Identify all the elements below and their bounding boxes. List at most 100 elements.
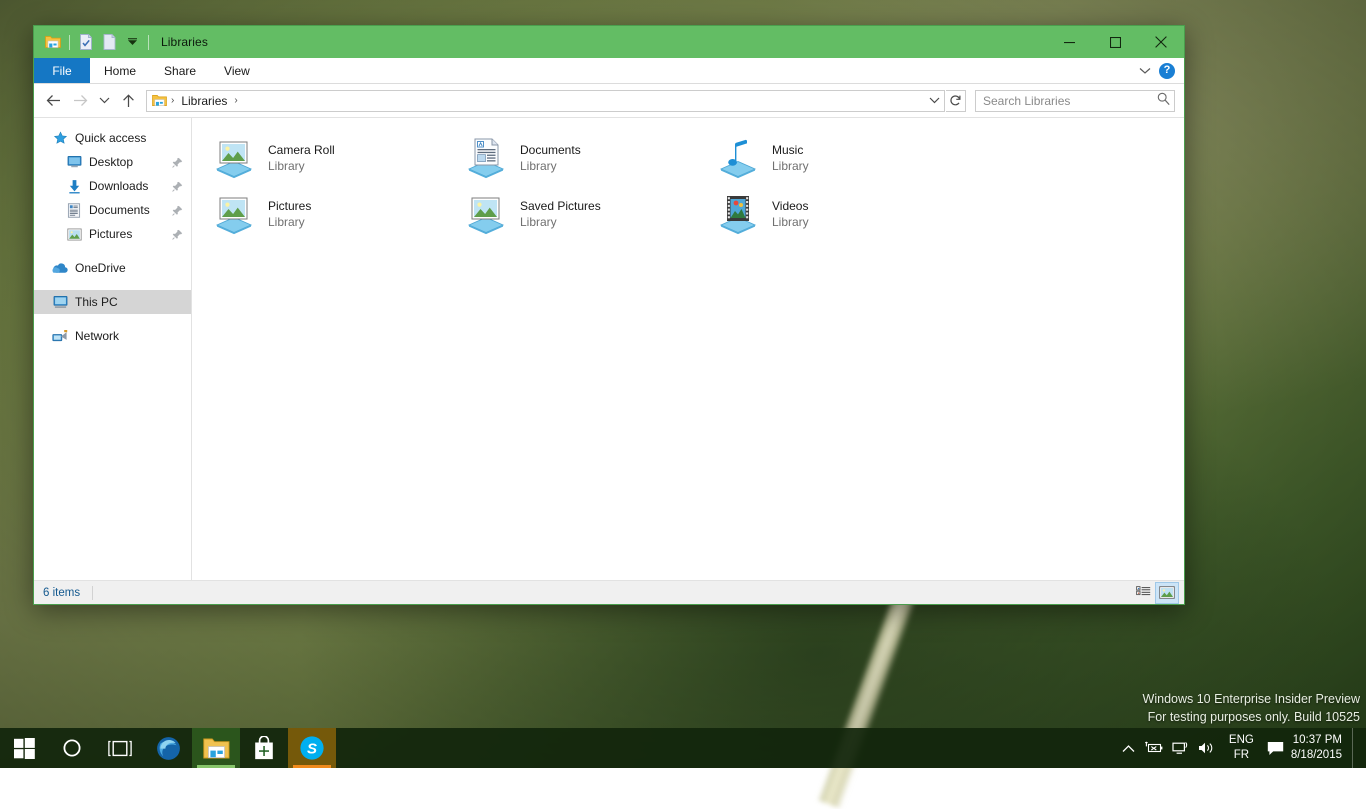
window-title-bar[interactable]: Libraries: [34, 26, 1184, 58]
minimize-button[interactable]: [1046, 26, 1092, 58]
address-dropdown-icon[interactable]: [925, 91, 943, 111]
pictures-icon: [64, 224, 84, 244]
close-button[interactable]: [1138, 26, 1184, 58]
breadcrumb-bar[interactable]: › Libraries ›: [146, 90, 945, 112]
chevron-down-icon[interactable]: [1139, 62, 1151, 80]
explorer-icon[interactable]: [42, 31, 64, 53]
up-button[interactable]: [115, 88, 141, 114]
sidebar-item-pictures[interactable]: Pictures: [34, 222, 191, 246]
list-item-type: Library: [520, 158, 581, 174]
task-view-button[interactable]: [96, 728, 144, 768]
maximize-button[interactable]: [1092, 26, 1138, 58]
network-icon[interactable]: [1168, 728, 1194, 768]
clock-date: 8/18/2015: [1291, 748, 1342, 763]
sidebar-item-label: Downloads: [89, 179, 148, 193]
sidebar-item-documents[interactable]: Documents: [34, 198, 191, 222]
customize-qat-icon[interactable]: [121, 31, 143, 53]
window-title: Libraries: [161, 35, 208, 49]
taskbar-app-file-explorer[interactable]: [192, 728, 240, 768]
properties-icon[interactable]: [75, 31, 97, 53]
sidebar-item-downloads[interactable]: Downloads: [34, 174, 191, 198]
documents-icon: [64, 200, 84, 220]
list-item-type: Library: [268, 214, 311, 230]
breadcrumb-item-libraries[interactable]: Libraries: [177, 91, 231, 111]
library-music-icon: [714, 134, 762, 182]
pin-icon[interactable]: [172, 181, 183, 192]
sidebar-item-onedrive[interactable]: OneDrive: [34, 256, 191, 280]
sidebar-item-label: This PC: [75, 295, 118, 309]
list-item[interactable]: Documents Library: [458, 130, 710, 186]
qat-separator-2: [148, 35, 149, 50]
ribbon-tab-bar[interactable]: File Home Share View ?: [34, 58, 1184, 84]
sidebar-item-this-pc[interactable]: This PC: [34, 290, 191, 314]
taskbar[interactable]: S EN: [0, 728, 1366, 768]
volume-icon[interactable]: [1194, 728, 1220, 768]
list-item[interactable]: Saved Pictures Library: [458, 186, 710, 242]
status-bar: 6 items: [34, 580, 1184, 604]
library-pictures-icon: [210, 190, 258, 238]
quick-access-toolbar[interactable]: [34, 31, 153, 53]
breadcrumb-libraries-icon: [150, 94, 168, 107]
list-item-type: Library: [772, 214, 809, 230]
list-item-name: Videos: [772, 198, 809, 214]
file-list-pane[interactable]: Camera Roll Library: [192, 118, 1184, 580]
onedrive-icon: [50, 258, 70, 278]
refresh-button[interactable]: [946, 90, 966, 112]
new-folder-icon[interactable]: [98, 31, 120, 53]
clock[interactable]: 10:37 PM 8/18/2015: [1289, 728, 1352, 768]
sidebar-item-label: Desktop: [89, 155, 133, 169]
sidebar-item-label: Documents: [89, 203, 150, 217]
list-item[interactable]: Music Library: [710, 130, 962, 186]
start-button[interactable]: [0, 728, 48, 768]
breadcrumb-separator-1[interactable]: ›: [231, 95, 240, 106]
taskbar-app-microsoft-store[interactable]: [240, 728, 288, 768]
pin-icon[interactable]: [172, 205, 183, 216]
language-indicator[interactable]: ENG FR: [1220, 728, 1263, 768]
breadcrumb-separator-0[interactable]: ›: [168, 95, 177, 106]
status-separator: [92, 586, 93, 600]
downloads-icon: [64, 176, 84, 196]
battery-icon[interactable]: [1142, 728, 1168, 768]
item-count-label: 6 items: [43, 587, 80, 599]
sidebar-item-network[interactable]: Network: [34, 324, 191, 348]
show-hidden-icons-button[interactable]: [1116, 728, 1142, 768]
list-item-name: Pictures: [268, 198, 311, 214]
sidebar-item-quick-access[interactable]: Quick access: [34, 126, 191, 150]
star-icon: [50, 128, 70, 148]
list-item-type: Library: [772, 158, 809, 174]
address-bar-row[interactable]: › Libraries › Search Libraries: [34, 84, 1184, 117]
action-center-icon[interactable]: [1263, 728, 1289, 768]
forward-button[interactable]: [67, 88, 93, 114]
tab-share[interactable]: Share: [150, 58, 210, 83]
show-desktop-button[interactable]: [1352, 728, 1360, 768]
recent-locations-button[interactable]: [94, 88, 114, 114]
search-input[interactable]: Search Libraries: [975, 90, 1175, 112]
list-item[interactable]: Pictures Library: [206, 186, 458, 242]
taskbar-app-edge[interactable]: [144, 728, 192, 768]
system-tray[interactable]: ENG FR 10:37 PM 8/18/2015: [1116, 728, 1366, 768]
large-icons-view-button[interactable]: [1156, 583, 1178, 603]
help-icon[interactable]: ?: [1159, 63, 1175, 79]
taskbar-app-skype[interactable]: S: [288, 728, 336, 768]
window-controls[interactable]: [1046, 26, 1184, 58]
sidebar-item-desktop[interactable]: Desktop: [34, 150, 191, 174]
sidebar-item-label: OneDrive: [75, 261, 126, 275]
tab-view[interactable]: View: [210, 58, 264, 83]
tab-file[interactable]: File: [34, 58, 90, 83]
sidebar-item-label: Network: [75, 329, 119, 343]
list-item-name: Music: [772, 142, 809, 158]
list-item-type: Library: [520, 214, 601, 230]
navigation-pane[interactable]: Quick access Desktop: [34, 118, 192, 580]
cortana-search-button[interactable]: [48, 728, 96, 768]
pin-icon[interactable]: [172, 157, 183, 168]
back-button[interactable]: [40, 88, 66, 114]
list-item[interactable]: Camera Roll Library: [206, 130, 458, 186]
list-item[interactable]: Videos Library: [710, 186, 962, 242]
tab-home[interactable]: Home: [90, 58, 150, 83]
pin-icon[interactable]: [172, 229, 183, 240]
library-pictures-icon: [210, 134, 258, 182]
file-explorer-window[interactable]: Libraries File Home Share View ?: [33, 25, 1185, 605]
details-view-button[interactable]: [1132, 583, 1154, 603]
search-icon[interactable]: [1157, 92, 1170, 110]
network-icon: [50, 326, 70, 346]
